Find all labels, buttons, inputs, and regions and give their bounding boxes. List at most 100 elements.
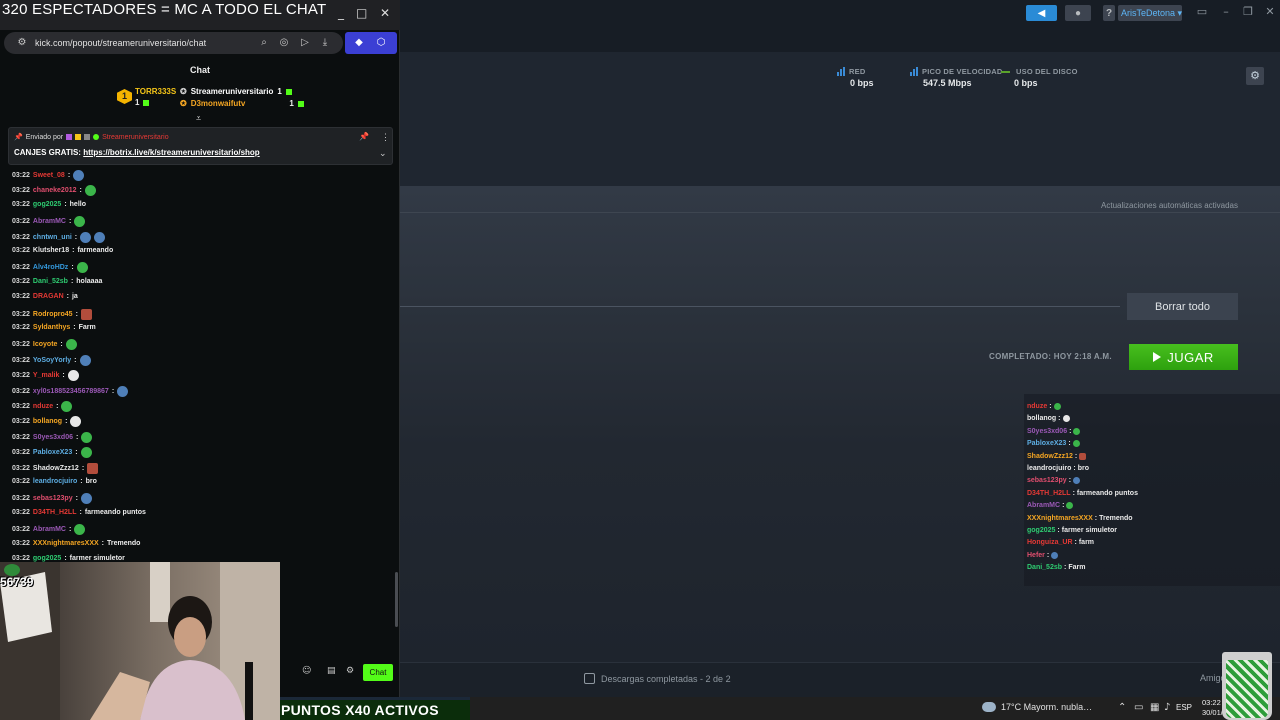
message-username[interactable]: nduze (33, 403, 53, 410)
zoom-icon[interactable]: ⌕ (258, 37, 270, 49)
message-username: nduze (1027, 403, 1048, 410)
play-button[interactable]: JUGAR (1129, 344, 1238, 370)
message-username[interactable]: DRAGAN (33, 293, 64, 300)
message-username[interactable]: YoSoyYorly (33, 357, 71, 364)
extension-icon[interactable]: ◆ (353, 37, 365, 49)
message-username[interactable]: Alv4roHDz (33, 264, 68, 271)
message-username[interactable]: Y_malik (33, 372, 59, 379)
message-username[interactable]: Klutsher18 (33, 247, 69, 254)
message-username[interactable]: Sweet_08 (33, 172, 65, 179)
chat-message: 03:22 Rodropro45: (12, 308, 92, 320)
overlay-chat-message: gog2025 : farmer simuletor (1027, 527, 1117, 534)
volume-icon[interactable]: ♪ (1164, 702, 1170, 713)
scrollbar[interactable] (395, 572, 398, 627)
chat-message: 03:22 YoSoyYorly: (12, 354, 91, 366)
emote-icon (76, 262, 88, 274)
message-text: farm (1078, 539, 1095, 547)
message-time: 03:22 (12, 310, 30, 318)
clock[interactable]: 03:22 30/01/ (1202, 698, 1223, 718)
message-username[interactable]: chaneke2012 (33, 187, 77, 194)
overlay-chat-message: ShadowZzz12 : (1027, 452, 1087, 460)
emoji-icon[interactable]: ☺ (302, 666, 311, 676)
chat-send-button[interactable]: Chat (363, 664, 393, 681)
gear-icon[interactable]: ⚙ (1246, 67, 1264, 85)
badge-icon (66, 134, 73, 140)
gear-icon[interactable]: ⚙ (346, 666, 354, 676)
message-username[interactable]: AbramMC (33, 218, 66, 225)
message-username[interactable]: Dani_52sb (33, 278, 68, 285)
minimize-button[interactable]: _ (338, 6, 344, 20)
message-text: Farm (78, 324, 96, 331)
more-options-icon[interactable]: ⋮ (381, 132, 390, 143)
close-button[interactable]: ✕ (1262, 5, 1278, 19)
separator: : (1064, 564, 1067, 572)
message-username[interactable]: ShadowZzz12 (33, 465, 79, 472)
emote-icon (80, 231, 92, 243)
downloads-complete-text: Descargas completadas - 2 de 2 (601, 673, 731, 684)
announcements-button[interactable]: ◀ (1026, 5, 1057, 21)
leaderboard-name: Streameruniversitario (190, 87, 274, 96)
verified-icon: ✪ (180, 99, 187, 108)
language-indicator[interactable]: ESP (1176, 703, 1192, 712)
leaderboard-entry[interactable]: TORR333S (135, 87, 176, 96)
expand-chevron-icon[interactable]: ⩡ (196, 114, 201, 124)
message-username[interactable]: S0yes3xd06 (33, 434, 73, 441)
message-text: Tremendo (1099, 514, 1133, 522)
message-username[interactable]: Icoyote (33, 341, 58, 348)
message-username[interactable]: leandrocjuiro (33, 478, 77, 485)
message-username: Honguiza_UR (1027, 539, 1073, 547)
chevron-down-icon[interactable]: ⌄ (379, 148, 387, 159)
message-username[interactable]: gog2025 (33, 555, 61, 562)
message-username[interactable]: bollanog (33, 418, 62, 425)
message-username[interactable]: sebas123py (33, 495, 73, 502)
message-username: bollanog (1027, 415, 1057, 423)
separator: : (1073, 465, 1076, 472)
account-menu-button[interactable]: ArisTeDetona ▾ (1118, 5, 1182, 21)
message-username[interactable]: gog2025 (33, 201, 61, 208)
address-bar[interactable]: ⚙ kick.com/popout/streameruniversitario/… (4, 32, 343, 54)
pin-icon[interactable]: 📌 (359, 132, 369, 141)
message-username[interactable]: AbramMC (33, 526, 66, 533)
message-username[interactable]: xyl0s188523456789867 (33, 388, 109, 395)
maximize-button[interactable]: □ (356, 6, 367, 20)
message-username[interactable]: PabloxeX23 (33, 449, 72, 456)
chat-message: 03:22 Klutsher18: farmeando (12, 247, 113, 254)
pinned-author[interactable]: Streameruniversitario (102, 134, 169, 141)
message-username[interactable]: Rodropro45 (33, 311, 73, 318)
big-picture-icon[interactable]: ▭ (1194, 5, 1210, 19)
notifications-button[interactable]: ● (1065, 5, 1091, 21)
leaderboard-entry[interactable]: ✪ D3monwaifutv 1 (180, 99, 304, 108)
restore-button[interactable]: ❐ (1240, 5, 1256, 19)
calendar-icon[interactable]: ▤ (327, 666, 336, 676)
network-icon[interactable]: ▦ (1150, 702, 1159, 713)
message-username: gog2025 (1027, 527, 1056, 534)
minimize-button[interactable]: – (1218, 5, 1234, 19)
shop-link[interactable]: https://botrix.live/k/streameruniversita… (83, 148, 260, 157)
cube-icon[interactable]: ⬡ (375, 37, 387, 49)
close-button[interactable]: ✕ (380, 6, 390, 20)
play-icon[interactable]: ▷ (299, 37, 311, 49)
chevron-up-icon[interactable]: ⌃ (1118, 702, 1126, 713)
shield-icon[interactable]: ◎ (278, 37, 290, 49)
overlay-chat-message: XXXnightmaresXXX : Tremendo (1027, 515, 1133, 522)
separator: : (65, 418, 68, 426)
emote-icon (74, 524, 86, 536)
weather-widget[interactable]: 17°C Mayorm. nubla… (982, 702, 1092, 712)
stat-disk-usage: USO DEL DISCO 0 bps (1001, 67, 1078, 88)
message-username[interactable]: chntwn_uni (33, 234, 72, 241)
site-info-icon[interactable]: ⚙ (16, 37, 28, 49)
downloads-complete-button[interactable]: Descargas completadas - 2 de 2 (584, 673, 731, 684)
message-username[interactable]: D34TH_H2LL (33, 509, 77, 516)
message-username[interactable]: XXXnightmaresXXX (33, 540, 99, 547)
separator: : (1074, 539, 1077, 547)
chat-message: 03:22 XXXnightmaresXXX: Tremendo (12, 540, 140, 547)
help-button[interactable]: ? (1103, 5, 1115, 21)
message-text: farmeando puntos (84, 508, 146, 516)
message-time: 03:22 (12, 356, 30, 364)
download-icon[interactable]: ⤓ (319, 37, 331, 49)
message-username[interactable]: Syldanthys (33, 324, 70, 331)
leaderboard-entry[interactable]: ✪ Streameruniversitario 1 (180, 87, 292, 96)
message-username: Dani_52sb (1027, 564, 1063, 572)
display-icon[interactable]: ▭ (1134, 702, 1143, 713)
clear-all-button[interactable]: Borrar todo (1127, 293, 1238, 320)
